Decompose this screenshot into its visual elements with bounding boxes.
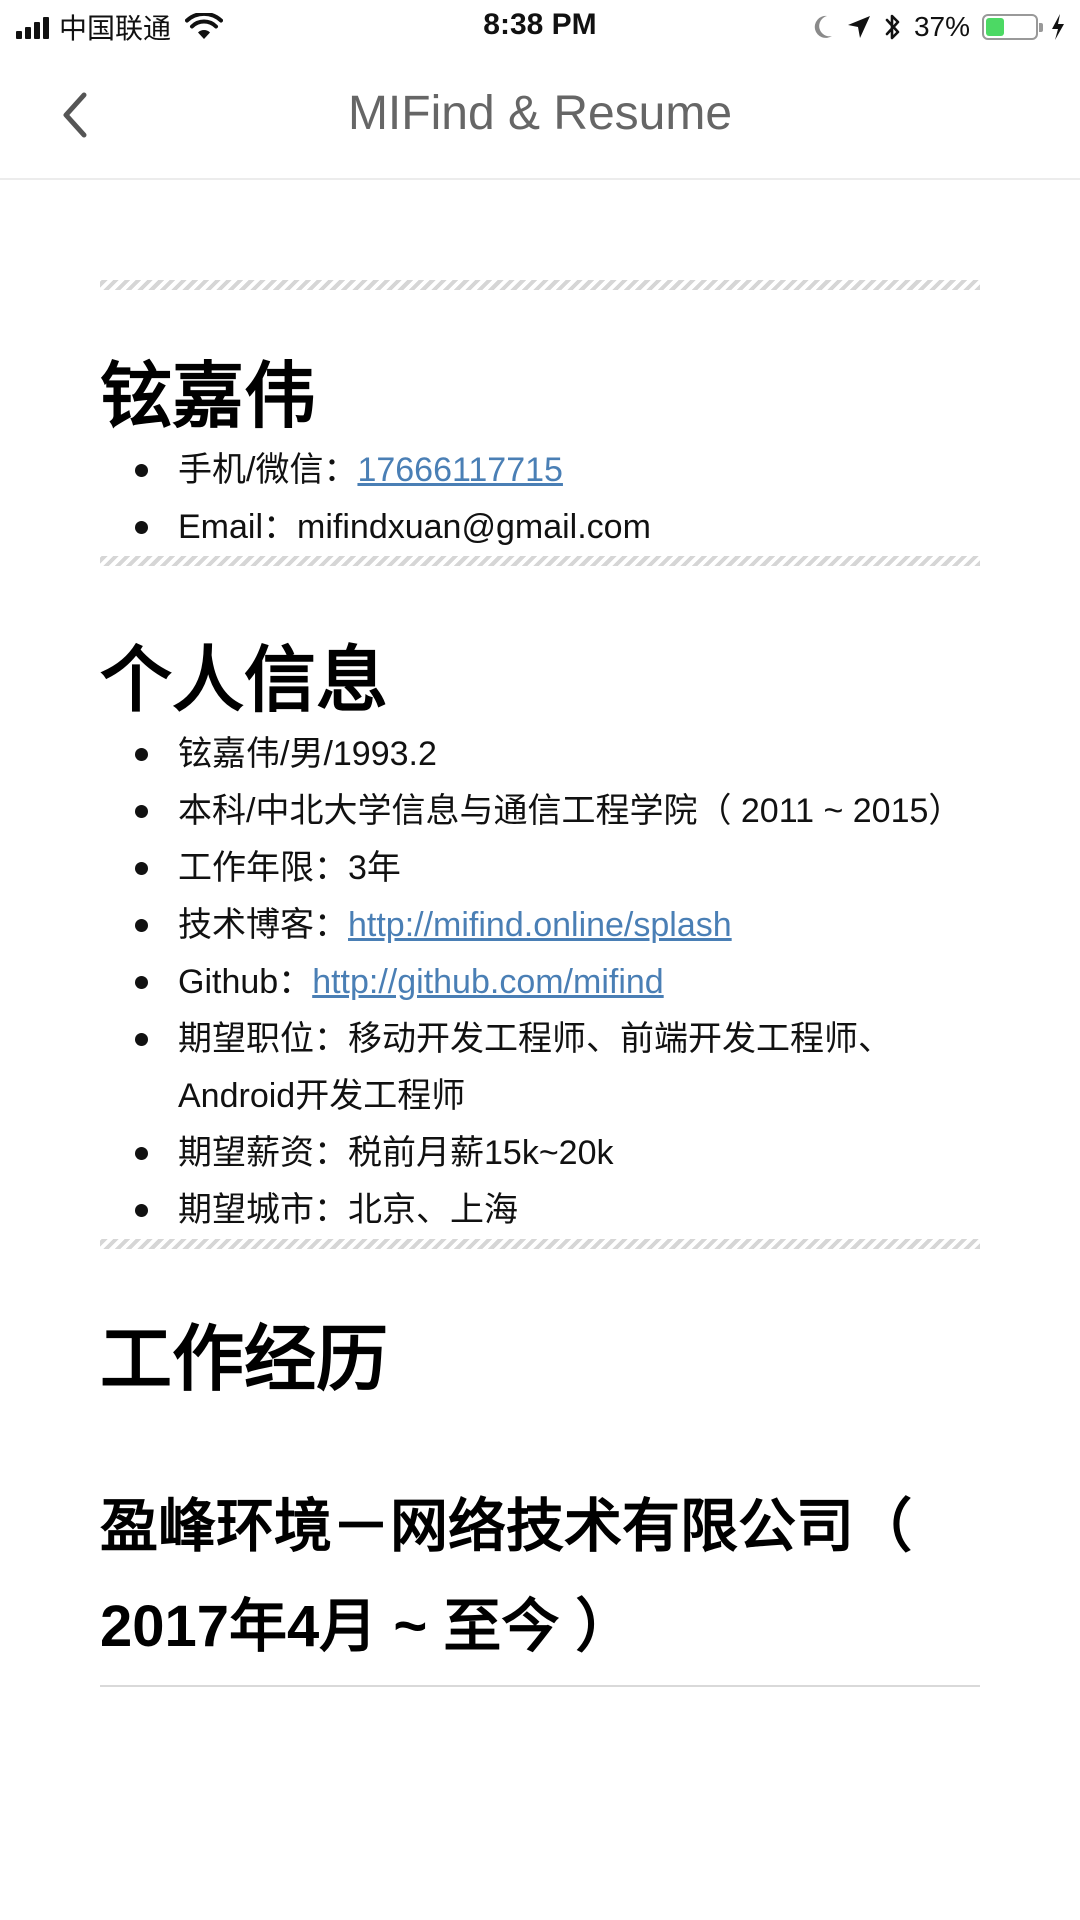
phone-link[interactable]: 17666117715: [357, 451, 562, 489]
battery-level-fill: [986, 18, 1004, 36]
github-link[interactable]: http://github.com/mifind: [312, 963, 664, 1001]
contact-list: 手机/微信：17666117715 Email：mifindxuan@gmail…: [100, 442, 980, 556]
list-item-position: 期望职位：移动开发工程师、前端开发工程师、Android开发工程师: [100, 1011, 980, 1125]
list-item-blog: 技术博客：http://mifind.online/splash: [100, 897, 980, 954]
work-experience-heading: 工作经历: [100, 1320, 389, 1400]
phone-label: 手机/微信：: [178, 451, 358, 489]
battery-icon: [982, 14, 1043, 40]
list-item-salary: 期望薪资：税前月薪15k~20k: [100, 1125, 980, 1182]
status-bar: 中国联通 8:38 PM 37%: [0, 0, 1080, 54]
location-arrow-icon: [847, 16, 870, 38]
list-item-experience-years: 工作年限：3年: [100, 840, 980, 897]
list-item-email: Email：mifindxuan@gmail.com: [100, 499, 980, 556]
name-heading: 铉嘉伟: [100, 357, 317, 437]
blog-label: 技术博客：: [178, 906, 348, 944]
battery-percent: 37%: [913, 11, 970, 42]
list-item-phone: 手机/微信：17666117715: [100, 442, 980, 499]
moon-icon: [814, 15, 832, 38]
list-item-basic: 铉嘉伟/男/1993.2: [100, 726, 980, 783]
list-item-city: 期望城市：北京、上海: [100, 1182, 980, 1239]
blog-link[interactable]: http://mifind.online/splash: [348, 906, 732, 944]
nav-title: MIFind & Resume: [347, 87, 733, 140]
resume-content: 铉嘉伟 手机/微信：17666117715 Email：mifindxuan@g…: [100, 180, 980, 1687]
bluetooth-icon: [885, 14, 900, 40]
section-divider: [100, 280, 980, 290]
list-item-education: 本科/中北大学信息与通信工程学院（ 2011 ~ 2015）: [100, 783, 980, 840]
section-divider: [100, 1239, 980, 1249]
github-label: Github：: [178, 963, 313, 1001]
section-divider: [100, 556, 980, 566]
navigation-bar: MIFind & Resume: [0, 54, 1080, 180]
status-right: 37%: [812, 10, 1066, 44]
email-value: mifindxuan@gmail.com: [297, 508, 651, 546]
personal-info-heading: 个人信息: [100, 641, 389, 721]
company-divider: [100, 1685, 980, 1687]
company-heading: 盈峰环境－网络技术有限公司（ 2017年4月 ~ 至今 ）: [100, 1494, 913, 1659]
personal-info-list: 铉嘉伟/男/1993.2 本科/中北大学信息与通信工程学院（ 2011 ~ 20…: [100, 726, 980, 1239]
charging-icon: [1052, 14, 1064, 40]
email-label: Email：: [178, 508, 298, 546]
list-item-github: Github：http://github.com/mifind: [100, 954, 980, 1011]
